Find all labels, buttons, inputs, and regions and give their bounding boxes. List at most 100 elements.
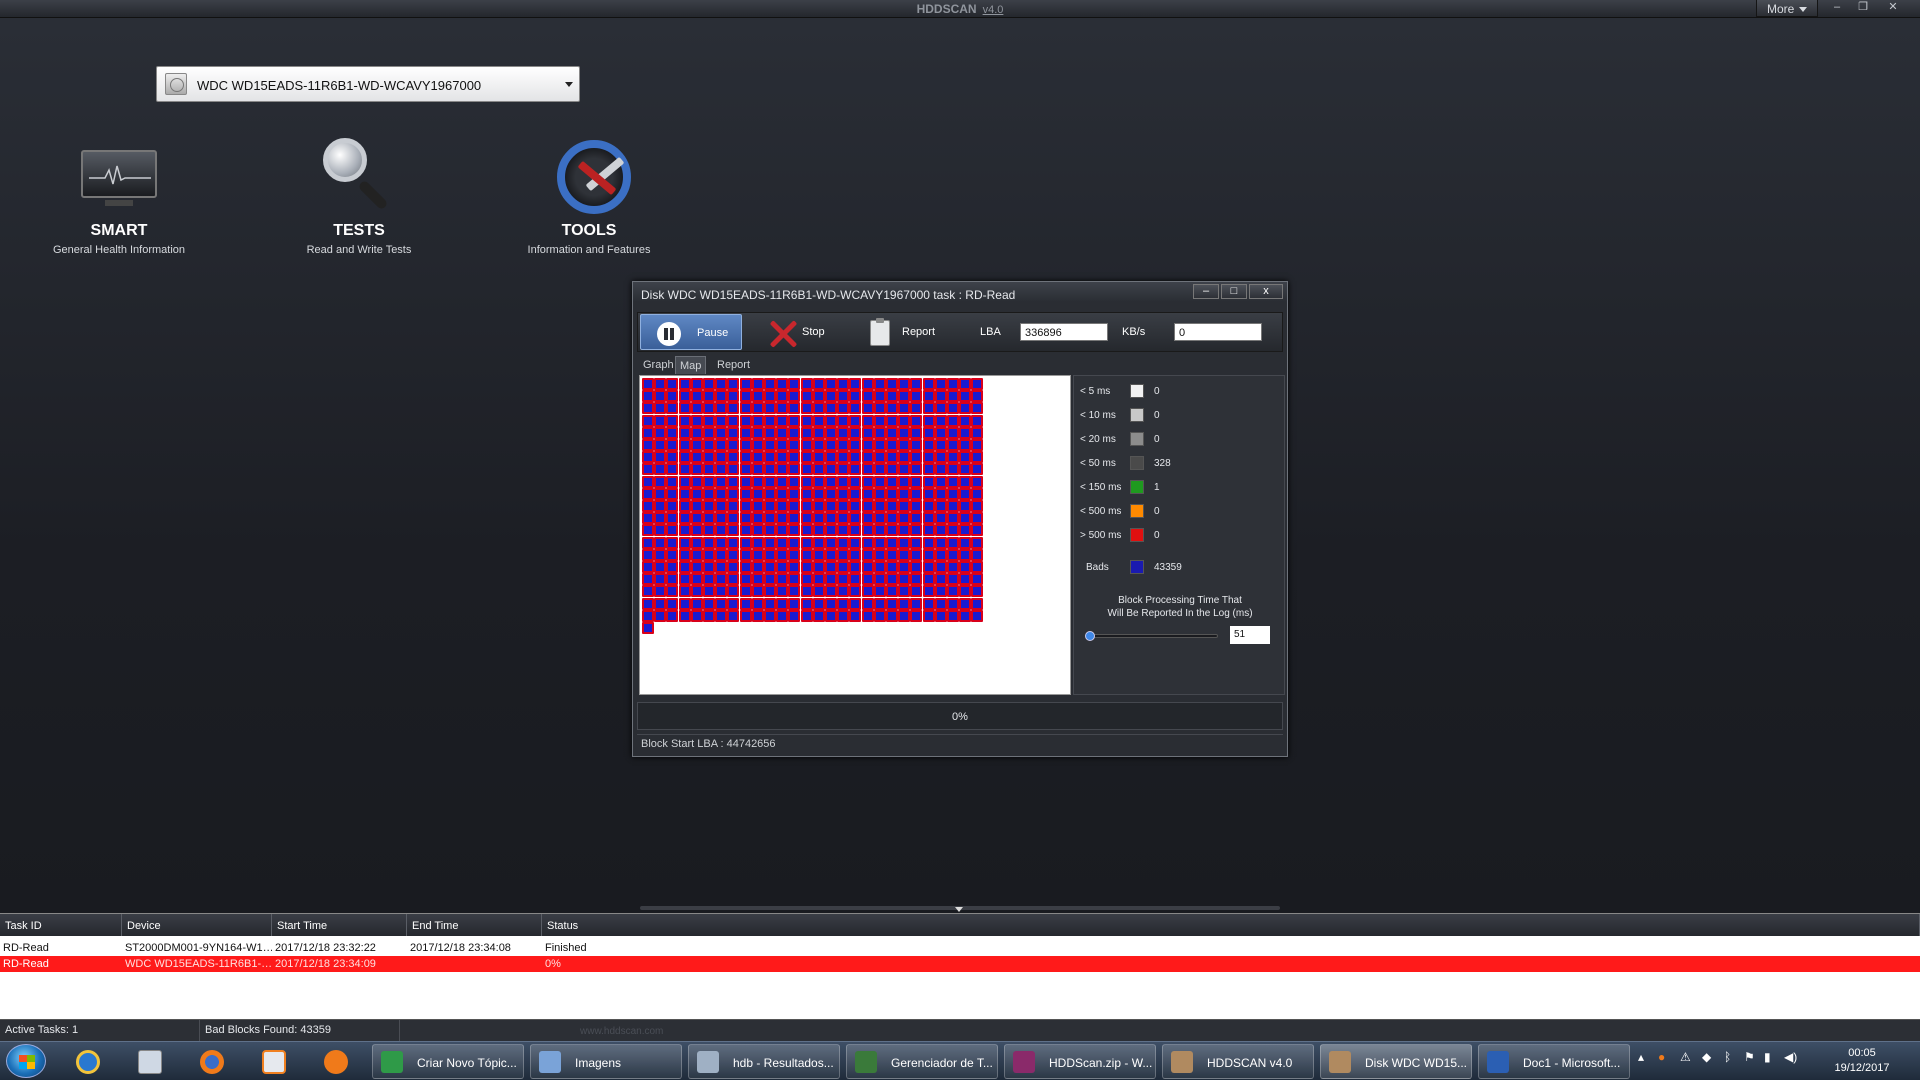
col-status[interactable]: Status [542, 914, 1920, 936]
lba-field[interactable]: 336896 [1020, 323, 1108, 341]
map-block-bad [788, 548, 801, 561]
map-block-bad [776, 378, 789, 390]
bluetooth-icon[interactable]: ᛒ [1724, 1050, 1731, 1064]
col-device[interactable]: Device [122, 914, 272, 936]
map-block-bad [690, 597, 703, 610]
system-clock[interactable]: 00:05 19/12/2017 [1810, 1046, 1914, 1076]
dialog-title: Disk WDC WD15EADS-11R6B1-WD-WCAVY1967000… [633, 282, 1287, 302]
map-block-bad [873, 390, 886, 403]
col-task-id[interactable]: Task ID [0, 914, 122, 936]
dropdown-arrow-icon[interactable] [565, 82, 573, 87]
smart-button[interactable]: SMART General Health Information [19, 136, 219, 256]
map-block-bad [654, 414, 667, 427]
tools-button[interactable]: TOOLS Information and Features [489, 136, 689, 256]
signal-icon[interactable]: ▮ [1764, 1050, 1771, 1064]
report-button[interactable]: Report [860, 313, 970, 351]
legend-swatch [1130, 456, 1144, 470]
map-block-bad [861, 536, 874, 549]
map-block-bad [703, 475, 715, 488]
map-block-bad [873, 573, 886, 586]
map-block-bad [678, 378, 691, 390]
internet-explorer-icon[interactable] [62, 1046, 114, 1078]
legend-label: > 500 ms [1080, 530, 1122, 541]
drive-select[interactable]: WDC WD15EADS-11R6B1-WD-WCAVY1967000 [156, 66, 580, 102]
map-block-bad [678, 414, 691, 427]
map-block-bad [861, 524, 874, 537]
col-start-time[interactable]: Start Time [272, 914, 407, 936]
map-block-bad [678, 597, 691, 610]
task-id-cell: RD-Read [3, 942, 49, 954]
network-activity-icon[interactable]: ⚠ [1680, 1050, 1691, 1064]
dialog-close-button[interactable]: x [1249, 284, 1283, 299]
taskbar-button[interactable]: HDDSCAN v4.0 [1162, 1044, 1314, 1079]
map-block-bad [861, 609, 874, 622]
tab-map[interactable]: Map [675, 356, 707, 374]
map-block-bad [703, 561, 715, 573]
kbs-field[interactable]: 0 [1174, 323, 1262, 341]
tray-expand-icon[interactable]: ▴ [1638, 1050, 1644, 1064]
app-version[interactable]: v4.0 [983, 4, 1004, 16]
restore-window-button[interactable]: ❐ [1850, 0, 1876, 15]
slider-handle[interactable] [1085, 631, 1095, 641]
dialog-minimize-button[interactable]: – [1193, 284, 1219, 299]
table-row[interactable]: RD-Read ST2000DM001-9YN164-W1… 2017/12/1… [0, 940, 1920, 956]
taskbar-button[interactable]: Doc1 - Microsoft... [1478, 1044, 1630, 1079]
block-time-field[interactable]: 51 [1230, 626, 1270, 644]
map-block-bad [715, 451, 728, 464]
chevron-down-icon[interactable] [955, 907, 963, 912]
map-block-bad [751, 609, 764, 622]
map-block-bad [642, 573, 654, 586]
taskbar-button-active[interactable]: Disk WDC WD15... [1320, 1044, 1472, 1079]
map-block-bad [910, 414, 923, 427]
block-time-slider[interactable] [1086, 634, 1218, 638]
stop-button[interactable]: Stop [758, 313, 858, 351]
start-button[interactable] [6, 1044, 46, 1078]
taskbar-button[interactable]: Gerenciador de T... [846, 1044, 998, 1079]
map-block-bad [934, 524, 947, 537]
map-block-bad [739, 426, 752, 439]
minimize-window-button[interactable]: – [1824, 0, 1850, 15]
map-block-bad [934, 573, 947, 586]
map-block-bad [971, 475, 984, 488]
taskbar-button[interactable]: HDDScan.zip - W... [1004, 1044, 1156, 1079]
volume-icon[interactable]: ◀) [1784, 1050, 1797, 1064]
taskbar-button[interactable]: hdb - Resultados... [688, 1044, 840, 1079]
avast-tray-icon[interactable]: ● [1658, 1050, 1665, 1064]
calculator-icon[interactable] [124, 1046, 176, 1078]
map-block-bad [800, 463, 813, 476]
map-block-bad [959, 426, 972, 439]
map-block-bad [788, 402, 801, 415]
map-block-bad [849, 426, 862, 439]
col-end-time[interactable]: End Time [407, 914, 542, 936]
map-block-bad [812, 512, 825, 525]
tab-report[interactable]: Report [713, 356, 754, 374]
tools-title: TOOLS [561, 222, 617, 239]
taskbar-button[interactable]: Criar Novo Tópic... [372, 1044, 524, 1079]
media-player-icon[interactable] [248, 1046, 300, 1078]
map-block-bad [934, 548, 947, 561]
map-block-bad [703, 500, 715, 512]
close-window-button[interactable]: ✕ [1880, 0, 1906, 15]
flag-icon[interactable]: ⚑ [1744, 1050, 1755, 1064]
dropbox-icon[interactable]: ◆ [1702, 1050, 1711, 1064]
taskbar-button-label: hdb - Resultados... [733, 1056, 834, 1070]
map-block-bad [959, 463, 972, 476]
hard-drive-icon [165, 73, 187, 95]
map-block-bad [812, 536, 825, 549]
map-block-bad [812, 390, 825, 403]
pause-button[interactable]: Pause [640, 314, 742, 350]
map-block-bad [800, 475, 813, 488]
map-block-bad [971, 414, 984, 427]
dialog-maximize-button[interactable]: □ [1221, 284, 1247, 299]
avast-icon[interactable] [310, 1046, 362, 1078]
taskbar-button[interactable]: Imagens [530, 1044, 682, 1079]
report-label: Report [902, 326, 936, 338]
firefox-icon[interactable] [186, 1046, 238, 1078]
map-block-bad [922, 585, 935, 598]
map-block-bad [898, 463, 911, 476]
table-row-active[interactable]: RD-Read WDC WD15EADS-11R6B1-… 2017/12/18… [0, 956, 1920, 972]
tab-graph[interactable]: Graph [639, 356, 678, 374]
more-button[interactable]: More [1756, 0, 1818, 17]
tests-button[interactable]: TESTS Read and Write Tests [259, 136, 459, 256]
map-block-bad [678, 402, 691, 415]
